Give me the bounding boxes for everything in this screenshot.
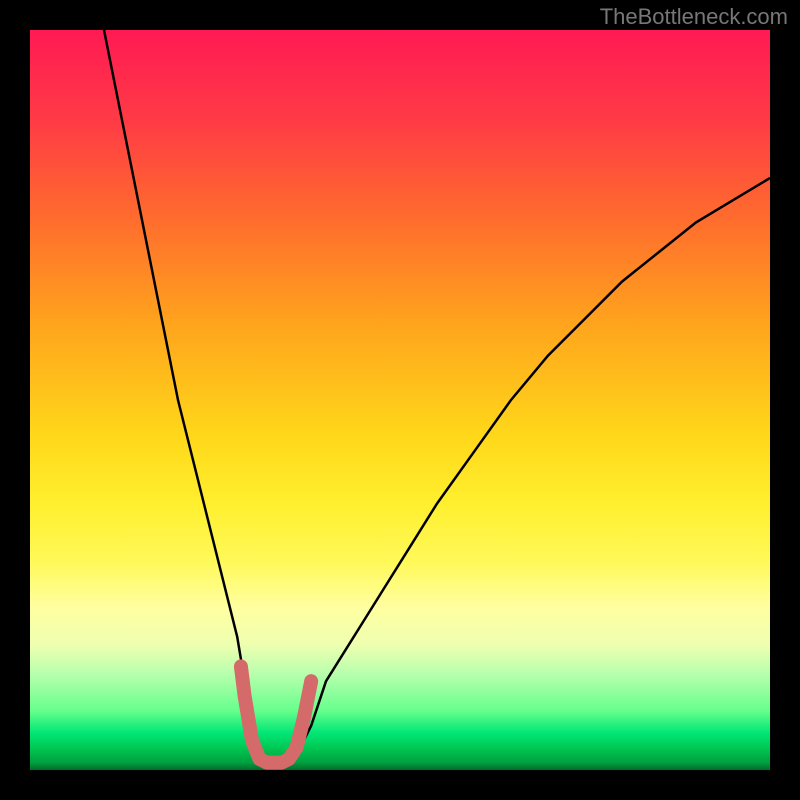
plot-area (30, 30, 770, 770)
optimal-zone-highlight (241, 666, 311, 762)
chart-svg (30, 30, 770, 770)
bottleneck-curve (104, 30, 770, 763)
watermark-text: TheBottleneck.com (600, 4, 788, 30)
chart-container: TheBottleneck.com (0, 0, 800, 800)
